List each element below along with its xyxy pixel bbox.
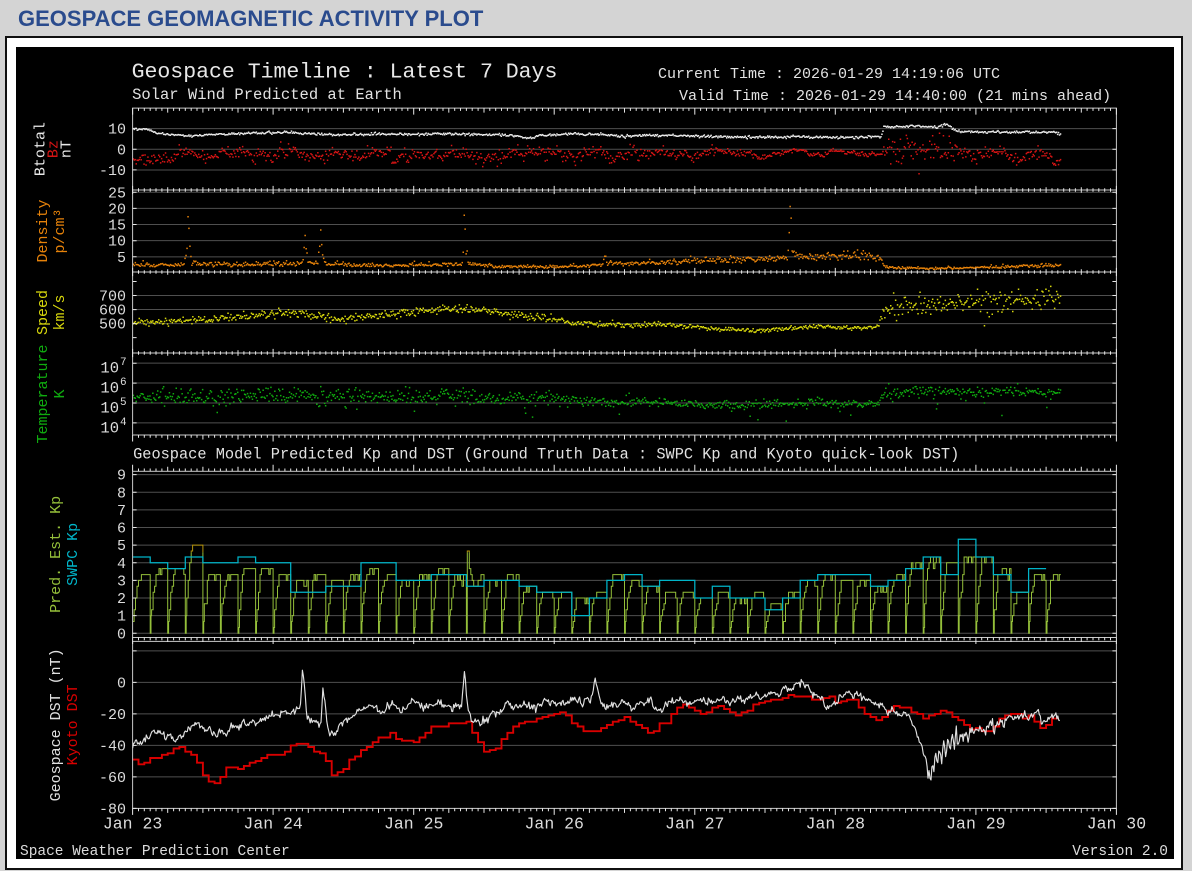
y-tick-label: 4 <box>117 556 126 573</box>
panel-label-density-1: p/cm³ <box>52 208 69 253</box>
footer-credit: Space Weather Prediction Center <box>20 844 290 859</box>
series-predicted-estimated-kp <box>203 552 467 633</box>
geospace-timeline-chart: Geospace Timeline : Latest 7 DaysSolar W… <box>16 47 1174 859</box>
y-tick-label: 5 <box>117 538 126 555</box>
y-tick-label: -40 <box>99 738 126 755</box>
y-tick-label: 10 <box>100 360 119 378</box>
plot-subtitle: Solar Wind Predicted at Earth <box>132 86 402 104</box>
y-tick-label: 0 <box>117 626 126 643</box>
y-tick-exp: 7 <box>120 357 127 369</box>
series-temperature <box>133 384 1062 421</box>
x-axis-label: Jan 25 <box>384 815 443 834</box>
panel-label-kp-1: SWPC Kp <box>65 523 82 586</box>
page: {"page":{"title":"GEOSPACE GEOMAGNETIC A… <box>0 0 1192 871</box>
panel-label-temperature-0: Temperature <box>35 344 52 443</box>
y-tick-exp: 4 <box>120 417 127 429</box>
x-tick-row <box>133 465 1117 472</box>
y-tick-label: -80 <box>99 801 126 818</box>
panel-label-temperature-1: K <box>52 389 69 398</box>
y-tick-exp: 5 <box>120 397 127 409</box>
panel-border-speed <box>133 272 1117 353</box>
x-axis-label: Jan 24 <box>243 815 303 834</box>
y-tick-label: 20 <box>108 201 126 218</box>
x-tick-row <box>133 638 1117 645</box>
y-ticks-dst <box>133 651 1117 809</box>
y-tick-label: -60 <box>99 770 126 787</box>
plot-title: Geospace Timeline : Latest 7 Days <box>132 61 558 85</box>
panel-label-kp-0: Pred. Est. Kp <box>48 496 65 613</box>
y-tick-label: 0 <box>117 675 126 692</box>
panel-border-density <box>133 190 1117 272</box>
y-tick-label: 9 <box>117 468 126 485</box>
panel-label-dst-0: Geospace DST (nT) <box>48 648 65 801</box>
y-tick-label: 25 <box>108 185 126 202</box>
series-predicted-estimated-kp <box>133 552 192 633</box>
kp-dst-section-title: Geospace Model Predicted Kp and DST (Gro… <box>133 446 959 464</box>
panel-label-bfield-2: nT <box>59 140 76 158</box>
y-tick-label: 3 <box>117 573 126 590</box>
panel-label-dst-1: Kyoto DST <box>65 684 82 765</box>
y-ticks-temperature <box>133 363 1117 423</box>
y-tick-label: 8 <box>117 485 126 502</box>
series-swpc-kp <box>133 539 1047 615</box>
y-tick-label: 10 <box>100 380 119 398</box>
x-axis-label: Jan 26 <box>525 815 584 834</box>
current-time: Current Time : 2026-01-29 14:19:06 UTC <box>658 66 1000 83</box>
y-tick-label: 15 <box>108 218 126 235</box>
y-tick-exp: 6 <box>120 377 127 389</box>
x-axis-label: Jan 29 <box>946 815 1005 834</box>
y-tick-label: 10 <box>100 419 119 437</box>
y-tick-label: 6 <box>117 521 126 538</box>
page-title: GEOSPACE GEOMAGNETIC ACTIVITY PLOT <box>18 6 483 32</box>
y-tick-label: 10 <box>108 122 126 139</box>
y-tick-label: 500 <box>99 317 126 334</box>
x-axis-label: Jan 30 <box>1087 815 1146 834</box>
plot-area: Geospace Timeline : Latest 7 DaysSolar W… <box>16 47 1174 859</box>
y-tick-label: 10 <box>100 399 119 417</box>
series-btotal <box>133 124 1062 139</box>
valid-time: Valid Time : 2026-01-29 14:40:00 (21 min… <box>679 88 1111 105</box>
y-tick-label: 10 <box>108 234 126 251</box>
y-tick-label: 7 <box>117 503 126 520</box>
x-tick-row <box>133 435 1117 442</box>
x-axis-label: Jan 27 <box>665 815 724 834</box>
y-tick-label: -10 <box>99 163 126 180</box>
panel-label-speed-1: km/s <box>52 294 69 330</box>
y-tick-label: 2 <box>117 591 126 608</box>
series-geospace-dst <box>133 670 1060 780</box>
x-axis-label: Jan 28 <box>806 815 865 834</box>
x-tick-row <box>133 108 1117 115</box>
footer-version: Version 2.0 <box>1072 844 1168 859</box>
y-tick-label: -20 <box>99 707 126 724</box>
y-tick-label: 5 <box>117 250 126 267</box>
series-bz <box>133 133 1062 173</box>
panel-label-speed-0: Speed <box>35 290 52 335</box>
y-tick-label: 1 <box>117 609 126 626</box>
series-predicted-estimated-kp-storm <box>467 551 469 552</box>
series-predicted-estimated-kp-storm <box>191 545 203 552</box>
panel-label-density-0: Density <box>35 199 52 262</box>
series-density <box>133 207 1062 270</box>
y-tick-label: 0 <box>117 142 126 159</box>
